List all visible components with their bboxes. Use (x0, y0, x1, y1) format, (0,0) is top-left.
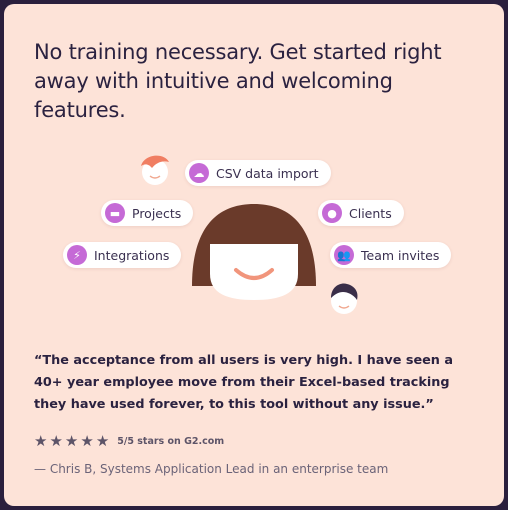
feature-label: CSV data import (216, 165, 319, 181)
feature-pill-projects: ▬ Projects (101, 200, 194, 226)
users-icon: 👥 (334, 245, 354, 265)
headline: No training necessary. Get started right… (34, 40, 442, 122)
star-icon: ★ (34, 432, 48, 450)
testimonial-author: — Chris B, Systems Application Lead in a… (34, 462, 389, 476)
star-rating: ★ ★ ★ ★ ★ 5/5 stars on G2.com (34, 434, 224, 449)
feature-label: Projects (132, 205, 182, 221)
avatar-dark-hair (331, 283, 358, 314)
feature-pill-csv-import: ☁ CSV data import (185, 160, 331, 186)
star-icon: ★ (95, 432, 110, 450)
rating-text: 5/5 stars on G2.com (117, 436, 225, 447)
upload-cloud-icon: ☁ (189, 163, 209, 183)
avatar-main-face (192, 204, 316, 300)
user-icon: ● (322, 203, 342, 223)
testimonial-card: No training necessary. Get started right… (4, 4, 504, 506)
avatar-red-hair (141, 155, 169, 185)
testimonial-quote: “The acceptance from all users is very h… (34, 353, 454, 412)
feature-pill-team-invites: 👥 Team invites (330, 242, 452, 268)
plug-icon: ⚡ (67, 245, 87, 265)
star-icon: ★ (49, 432, 63, 450)
feature-pill-clients: ● Clients (318, 200, 404, 226)
star-icon: ★ (80, 432, 94, 450)
folder-icon: ▬ (105, 203, 125, 223)
feature-label: Integrations (94, 247, 170, 263)
feature-label: Team invites (361, 247, 440, 263)
star-icon: ★ (64, 432, 79, 450)
feature-pill-integrations: ⚡ Integrations (63, 242, 182, 268)
feature-label: Clients (349, 205, 392, 221)
